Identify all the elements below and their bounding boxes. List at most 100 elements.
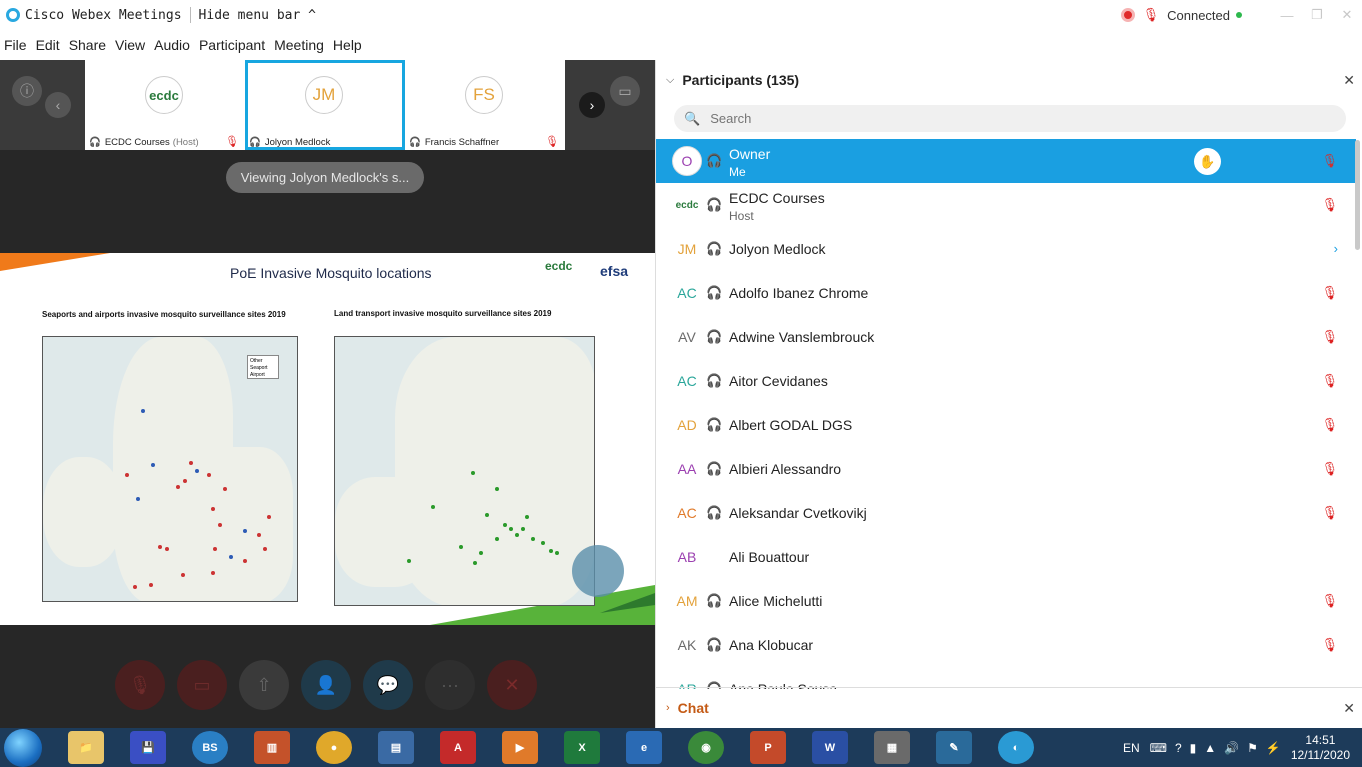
participant-row[interactable]: AC 🎧 Aleksandar Cvetkovikj 🎙 xyxy=(656,491,1356,535)
hide-menu-bar-button[interactable]: Hide menu bar ^ xyxy=(199,8,316,23)
flag-icon[interactable]: ⚑ xyxy=(1247,741,1258,755)
acrobat-icon[interactable]: A xyxy=(440,731,476,764)
media-player-icon[interactable]: ▶ xyxy=(502,731,538,764)
search-box[interactable]: 🔍 xyxy=(674,105,1346,132)
webex-taskbar-icon[interactable]: ◐ xyxy=(998,731,1034,764)
excel-icon[interactable]: X xyxy=(564,731,600,764)
menu-view[interactable]: View xyxy=(115,37,145,53)
flame-app-icon[interactable]: ● xyxy=(316,731,352,764)
muted-mic-icon[interactable]: 🎙 xyxy=(1321,417,1338,433)
language-indicator[interactable]: EN xyxy=(1123,741,1140,755)
menu-file[interactable]: File xyxy=(4,37,27,53)
chrome-icon[interactable]: ◉ xyxy=(688,731,724,764)
participant-row-owner[interactable]: O 🎧 Owner Me ✋ 🎙 xyxy=(656,139,1356,183)
participant-row[interactable]: ecdc 🎧 ECDC Courses Host 🎙 xyxy=(656,183,1356,227)
chat-section-header[interactable]: › Chat ✕ xyxy=(656,687,1362,728)
participant-row[interactable]: AB Ali Bouattour xyxy=(656,535,1356,579)
more-options-button[interactable]: ··· xyxy=(425,660,475,710)
muted-mic-icon[interactable]: 🎙 xyxy=(1321,373,1338,389)
share-button[interactable]: ⇧ xyxy=(239,660,289,710)
info-icon[interactable]: ⓘ xyxy=(12,76,42,106)
participant-row[interactable]: AD 🎧 Albert GODAL DGS 🎙 xyxy=(656,403,1356,447)
thumbnail-jolyon-medlock[interactable]: JM 🎧 Jolyon Medlock xyxy=(245,60,405,150)
participant-scrollbar[interactable] xyxy=(1355,140,1360,250)
file-explorer-icon[interactable]: 📁 xyxy=(68,731,104,764)
keyboard-icon[interactable]: ⌨ xyxy=(1150,741,1167,755)
raise-hand-icon[interactable]: ✋ xyxy=(1194,148,1221,175)
clock[interactable]: 14:51 12/11/2020 xyxy=(1291,733,1350,763)
menu-audio[interactable]: Audio xyxy=(154,37,190,53)
mute-button[interactable]: 🎙 xyxy=(115,660,165,710)
menu-meeting[interactable]: Meeting xyxy=(274,37,324,53)
search-input[interactable] xyxy=(710,111,1311,126)
next-arrow-icon[interactable]: › xyxy=(579,92,605,118)
avatar: AC xyxy=(672,278,702,308)
avatar: AA xyxy=(672,454,702,484)
avatar: ecdc xyxy=(672,190,702,220)
menu-edit[interactable]: Edit xyxy=(36,37,60,53)
bs-app-icon[interactable]: BS xyxy=(192,731,228,764)
show-hidden-icons-icon[interactable]: ▲ xyxy=(1204,741,1216,755)
menu-share[interactable]: Share xyxy=(69,37,106,53)
clock-date: 12/11/2020 xyxy=(1290,747,1350,762)
muted-mic-icon[interactable]: 🎙 xyxy=(1321,329,1338,345)
participant-row[interactable]: AK 🎧 Ana Klobucar 🎙 xyxy=(656,623,1356,667)
castle-app-icon[interactable]: ▥ xyxy=(254,731,290,764)
chevron-down-icon[interactable]: ⌵ xyxy=(666,74,674,87)
close-icon[interactable]: ✕ xyxy=(1343,700,1355,717)
muted-mic-icon[interactable]: 🎙 xyxy=(1321,285,1338,301)
powerpoint-icon[interactable]: P xyxy=(750,731,786,764)
participant-row[interactable]: AR 🎧 Ana Paula Sousa xyxy=(656,667,1356,689)
participant-row[interactable]: AC 🎧 Adolfo Ibanez Chrome 🎙 xyxy=(656,271,1356,315)
muted-mic-icon: 🎙 xyxy=(1142,7,1160,22)
calculator-icon[interactable]: ▦ xyxy=(874,731,910,764)
participants-button[interactable]: 👤 xyxy=(301,660,351,710)
internet-explorer-icon[interactable]: e xyxy=(626,731,662,764)
muted-mic-icon[interactable]: 🎙 xyxy=(1321,593,1338,609)
close-icon[interactable]: ✕ xyxy=(1343,72,1355,89)
word-icon[interactable]: W xyxy=(812,731,848,764)
chat-button[interactable]: 💬 xyxy=(363,660,413,710)
thumbnail-ecdc-courses[interactable]: ecdc 🎧 ECDC Courses (Host) 🎙 xyxy=(85,60,245,150)
thumbnail-francis-schaffner[interactable]: FS 🎧 Francis Schaffner 🎙 xyxy=(405,60,565,150)
map-legend: Other Seaport Airport xyxy=(247,355,279,379)
save-disk-icon[interactable]: 💾 xyxy=(130,731,166,764)
system-tray: EN ⌨ ? ▮ ▲ 🔊 ⚑ ⚡ 14:51 12/11/2020 xyxy=(1123,728,1350,767)
network-icon[interactable]: ▮ xyxy=(1190,741,1197,755)
avatar: AB xyxy=(672,542,702,572)
chevron-right-icon[interactable]: › xyxy=(1334,241,1338,256)
muted-mic-icon[interactable]: 🎙 xyxy=(1321,505,1338,521)
participant-row[interactable]: JM 🎧 Jolyon Medlock › xyxy=(656,227,1356,271)
avatar: FS xyxy=(465,76,503,114)
map-seaports-airports: Other Seaport Airport xyxy=(42,336,298,602)
participant-name: Jolyon Medlock xyxy=(729,241,826,257)
chevron-right-icon[interactable]: › xyxy=(666,702,670,714)
viewing-label: Viewing Jolyon Medlock's s... xyxy=(226,162,424,193)
volume-icon[interactable]: 🔊 xyxy=(1224,741,1239,755)
start-button-icon[interactable] xyxy=(4,728,42,767)
power-icon[interactable]: ⚡ xyxy=(1266,741,1281,755)
feather-app-icon[interactable]: ✎ xyxy=(936,731,972,764)
minimize-button[interactable]: — xyxy=(1272,8,1302,23)
menu-help[interactable]: Help xyxy=(333,37,362,53)
participant-row[interactable]: AA 🎧 Albieri Alessandro 🎙 xyxy=(656,447,1356,491)
participant-row[interactable]: AC 🎧 Aitor Cevidanes 🎙 xyxy=(656,359,1356,403)
thumbnail-label: 🎧 Francis Schaffner xyxy=(409,137,559,148)
document-app-icon[interactable]: ▤ xyxy=(378,731,414,764)
previous-arrow-icon[interactable]: ‹ xyxy=(45,92,71,118)
leave-meeting-button[interactable]: ✕ xyxy=(487,660,537,710)
menu-participant[interactable]: Participant xyxy=(199,37,265,53)
close-window-button[interactable]: ✕ xyxy=(1332,7,1362,23)
participant-row[interactable]: AV 🎧 Adwine Vanslembrouck 🎙 xyxy=(656,315,1356,359)
stop-video-button[interactable]: ▭ xyxy=(177,660,227,710)
participant-row[interactable]: AM 🎧 Alice Michelutti 🎙 xyxy=(656,579,1356,623)
muted-mic-icon[interactable]: 🎙 xyxy=(1321,197,1338,213)
layout-icon[interactable]: ▭ xyxy=(610,76,640,106)
muted-mic-icon[interactable]: 🎙 xyxy=(1321,153,1338,169)
help-icon[interactable]: ? xyxy=(1175,741,1182,755)
maximize-button[interactable]: ❐ xyxy=(1302,7,1332,23)
participants-header[interactable]: ⌵ Participants (135) ✕ xyxy=(656,60,1362,100)
muted-mic-icon[interactable]: 🎙 xyxy=(1321,461,1338,477)
recording-icon[interactable] xyxy=(1120,8,1135,22)
muted-mic-icon[interactable]: 🎙 xyxy=(1321,637,1338,653)
